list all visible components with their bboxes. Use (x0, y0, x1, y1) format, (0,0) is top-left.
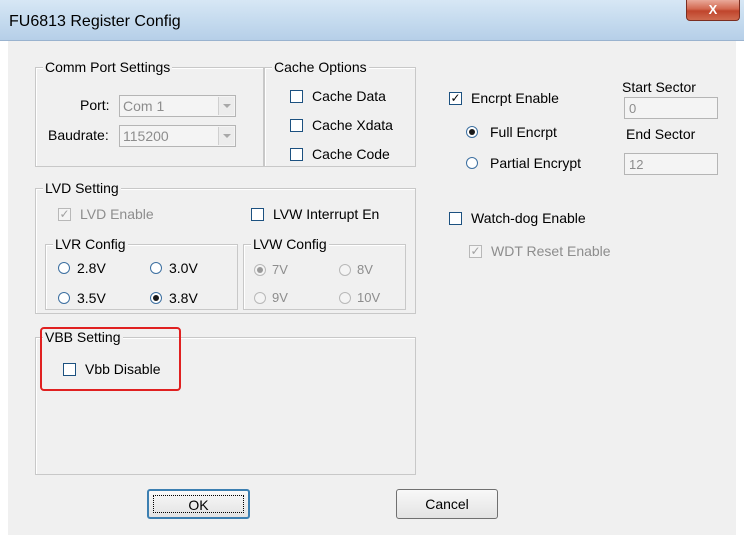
end-sector-label: End Sector (626, 126, 696, 142)
baudrate-value: 115200 (123, 128, 169, 144)
full-encrypt-radio[interactable] (466, 126, 478, 138)
full-encrypt-label: Full Encrpt (490, 124, 557, 140)
title-bar: FU6813 Register Config X (0, 0, 744, 41)
watchdog-enable-checkbox[interactable] (449, 212, 462, 225)
cache-xdata-checkbox[interactable] (290, 119, 303, 132)
end-sector-value: 12 (629, 157, 644, 172)
baudrate-select[interactable]: 115200 (119, 125, 236, 147)
chevron-down-icon[interactable] (218, 97, 234, 115)
lvd-setting-legend: LVD Setting (43, 179, 121, 197)
encrypt-enable-label: Encrpt Enable (471, 90, 559, 106)
lvw-10v-radio[interactable] (339, 292, 351, 304)
start-sector-input[interactable]: 0 (624, 97, 718, 119)
cache-code-checkbox[interactable] (290, 148, 303, 161)
port-select[interactable]: Com 1 (119, 95, 236, 117)
lvw-7v-radio[interactable] (254, 264, 266, 276)
encrypt-enable-checkbox[interactable]: ✓ (449, 92, 462, 105)
cache-xdata-label: Cache Xdata (312, 117, 393, 133)
lvw-interrupt-checkbox[interactable] (251, 208, 264, 221)
dialog-client-area: Comm Port Settings Port: Com 1 Baudrate:… (8, 41, 736, 535)
lvr-3-5v-label: 3.5V (77, 290, 106, 306)
lvw-9v-radio[interactable] (254, 292, 266, 304)
focus-rect (153, 495, 244, 513)
lvr-2-8v-label: 2.8V (77, 260, 106, 276)
partial-encrypt-label: Partial Encrypt (490, 155, 582, 171)
port-label: Port: (80, 97, 110, 113)
baudrate-label: Baudrate: (48, 127, 109, 143)
lvd-setting-group: LVD Setting ✓ LVD Enable LVW Interrupt E… (35, 179, 416, 314)
ok-button[interactable]: OK (147, 489, 250, 519)
start-sector-value: 0 (629, 101, 637, 116)
lvw-8v-radio[interactable] (339, 264, 351, 276)
lvd-enable-label: LVD Enable (80, 206, 154, 222)
lvr-3-0v-radio[interactable] (150, 262, 162, 274)
lvw-config-legend: LVW Config (251, 235, 329, 253)
cache-options-group: Cache Options Cache Data Cache Xdata Cac… (264, 58, 416, 167)
lvr-3-8v-radio[interactable] (150, 292, 162, 304)
lvr-3-8v-label: 3.8V (169, 290, 198, 306)
port-value: Com 1 (123, 98, 165, 114)
cache-options-legend: Cache Options (272, 58, 369, 76)
comm-port-group: Comm Port Settings Port: Com 1 Baudrate:… (35, 58, 264, 167)
lvr-config-group: LVR Config 2.8V 3.0V 3.5V 3.8V (45, 235, 238, 310)
lvw-interrupt-label: LVW Interrupt En (273, 206, 380, 222)
lvw-9v-label: 9V (272, 290, 288, 305)
wdt-reset-label: WDT Reset Enable (491, 243, 611, 259)
highlight-box (40, 327, 181, 391)
cancel-button[interactable]: Cancel (396, 489, 498, 519)
watchdog-enable-label: Watch-dog Enable (471, 210, 586, 226)
lvw-10v-label: 10V (357, 290, 381, 305)
partial-encrypt-radio[interactable] (466, 157, 478, 169)
cancel-label: Cancel (425, 496, 469, 512)
cache-data-checkbox[interactable] (290, 90, 303, 103)
lvr-2-8v-radio[interactable] (58, 262, 70, 274)
end-sector-input[interactable]: 12 (624, 153, 718, 175)
close-icon: X (708, 2, 718, 17)
lvd-enable-checkbox[interactable]: ✓ (58, 208, 71, 221)
start-sector-label: Start Sector (622, 79, 696, 95)
lvw-7v-label: 7V (272, 262, 288, 277)
lvr-3-5v-radio[interactable] (58, 292, 70, 304)
window-title: FU6813 Register Config (9, 13, 181, 30)
wdt-reset-checkbox[interactable]: ✓ (469, 245, 482, 258)
lvw-8v-label: 8V (357, 262, 373, 277)
lvw-config-group: LVW Config 7V 8V 9V 10V (243, 235, 406, 310)
lvr-3-0v-label: 3.0V (169, 260, 198, 276)
cache-code-label: Cache Code (312, 146, 390, 162)
close-button[interactable]: X (686, 0, 740, 21)
lvr-config-legend: LVR Config (53, 235, 128, 253)
chevron-down-icon[interactable] (218, 127, 234, 145)
cache-data-label: Cache Data (312, 88, 386, 104)
comm-port-legend: Comm Port Settings (43, 58, 173, 76)
